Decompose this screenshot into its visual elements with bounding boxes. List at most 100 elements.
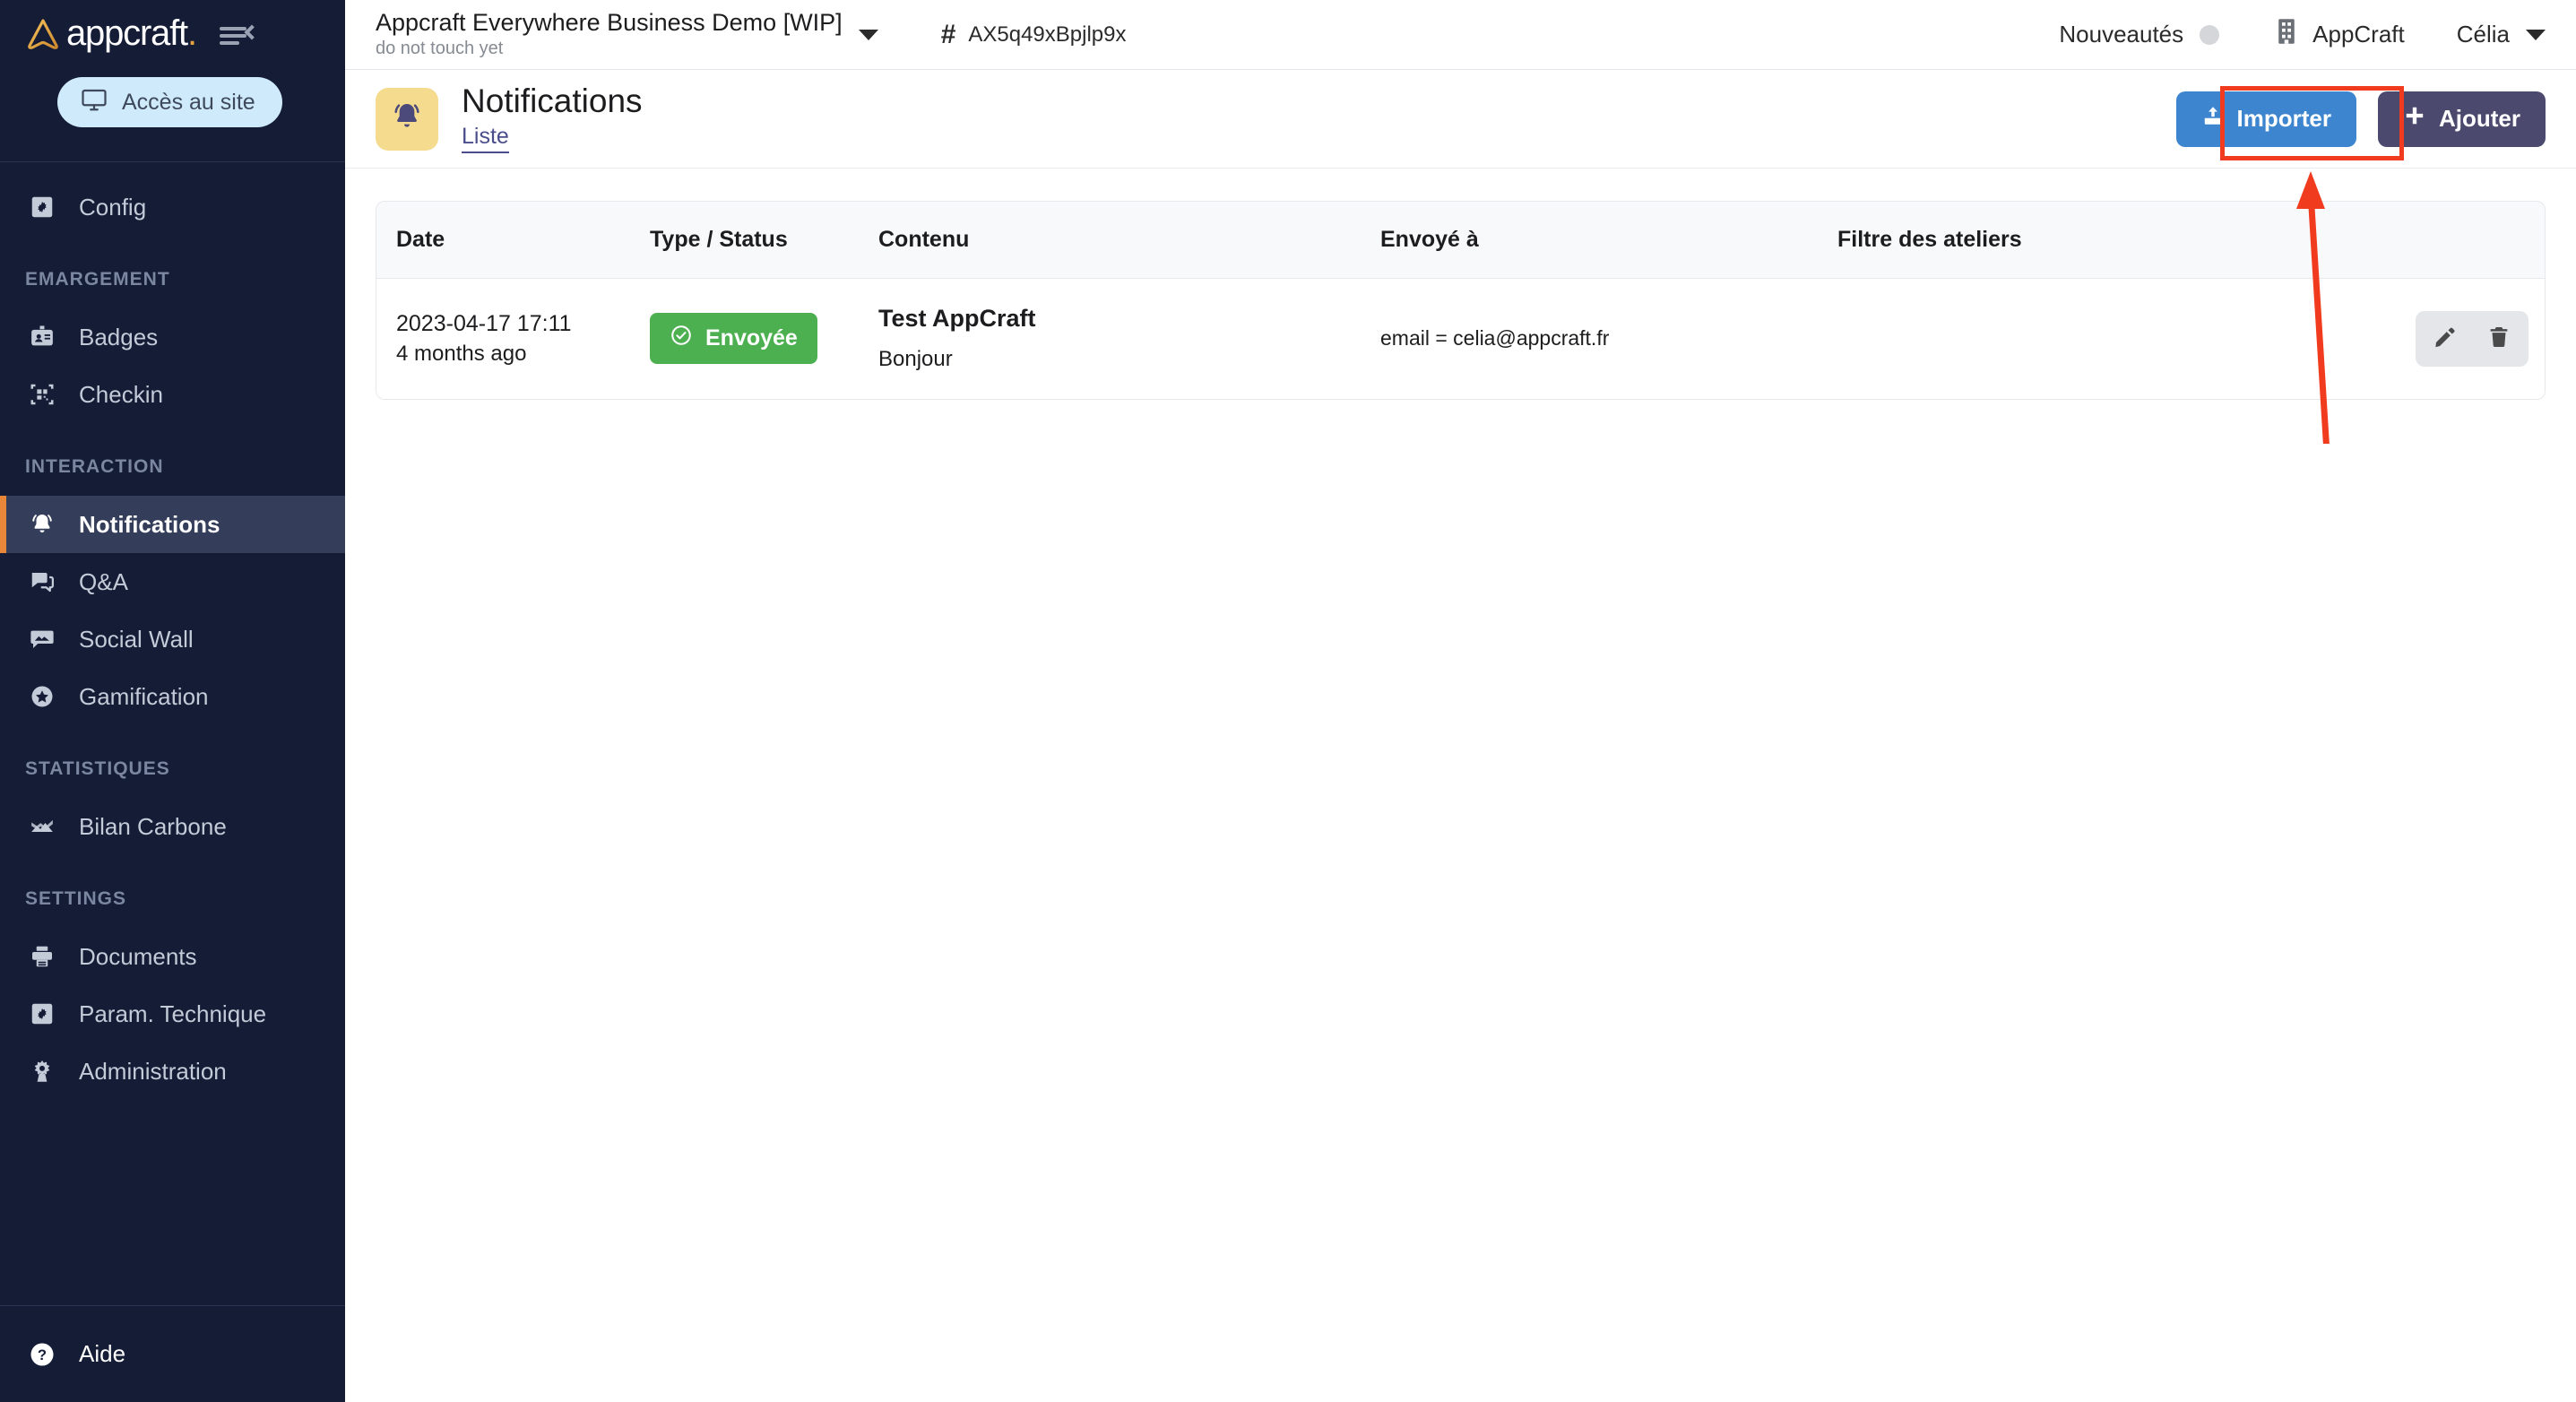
add-button[interactable]: Ajouter bbox=[2378, 91, 2546, 147]
table-header: Date Type / Status Contenu Envoyé à Filt… bbox=[376, 202, 2545, 279]
news-badge-dot bbox=[2200, 24, 2220, 45]
column-header-envoye-a[interactable]: Envoyé à bbox=[1380, 202, 1837, 279]
sidebar-item-social-wall[interactable]: Social Wall bbox=[0, 610, 345, 668]
chart-area-icon bbox=[25, 809, 59, 844]
edit-row-button[interactable] bbox=[2425, 318, 2466, 359]
config-gear-icon bbox=[25, 997, 59, 1031]
project-id-display: # AX5q49xBpjlp9x bbox=[941, 20, 1127, 50]
page-icon-badge bbox=[376, 87, 438, 151]
notification-recipients: email = celia@appcraft.fr bbox=[1380, 325, 1610, 350]
sidebar-nav-scroll[interactable]: Display Config EMARGEMENT bbox=[0, 143, 345, 1305]
monitor-icon bbox=[81, 86, 108, 119]
image-message-icon bbox=[25, 622, 59, 656]
main-area: Appcraft Everywhere Business Demo [WIP] … bbox=[345, 0, 2576, 1402]
column-header-type[interactable]: Type / Status bbox=[650, 202, 878, 279]
svg-text:?: ? bbox=[38, 1346, 47, 1363]
sidebar-item-config[interactable]: Config bbox=[0, 178, 345, 236]
import-button[interactable]: Importer bbox=[2175, 91, 2356, 147]
column-header-contenu[interactable]: Contenu bbox=[878, 202, 1380, 279]
project-id-value: AX5q49xBpjlp9x bbox=[968, 22, 1127, 47]
access-site-button[interactable]: Accès au site bbox=[57, 77, 282, 127]
table-row[interactable]: 2023-04-17 17:11 4 months ago Envoyée Te… bbox=[376, 278, 2545, 399]
appcraft-logo-icon bbox=[23, 15, 63, 55]
trash-icon bbox=[2486, 325, 2511, 352]
chevron-down-icon[interactable] bbox=[2526, 29, 2546, 40]
cell-status: Envoyée bbox=[650, 278, 878, 399]
check-circle-icon bbox=[670, 324, 693, 353]
sidebar-partial-item[interactable]: Display bbox=[0, 143, 345, 161]
page-title: Notifications bbox=[462, 82, 643, 119]
star-circle-icon bbox=[25, 679, 59, 714]
hamburger-collapse-icon[interactable] bbox=[219, 17, 260, 53]
add-button-label: Ajouter bbox=[2439, 105, 2520, 132]
sidebar-item-bilan-carbone[interactable]: Bilan Carbone bbox=[0, 798, 345, 855]
column-header-actions bbox=[2312, 202, 2545, 279]
status-badge: Envoyée bbox=[650, 313, 817, 365]
column-header-date[interactable]: Date bbox=[376, 202, 650, 279]
sidebar-item-label: Social Wall bbox=[79, 625, 194, 653]
sidebar-item-notifications[interactable]: Notifications bbox=[0, 496, 345, 553]
tab-liste[interactable]: Liste bbox=[462, 124, 509, 154]
sidebar-item-label: Badges bbox=[79, 323, 159, 350]
project-name: Appcraft Everywhere Business Demo [WIP] bbox=[376, 9, 843, 37]
hash-icon: # bbox=[940, 19, 956, 49]
sidebar-header: appcraft. bbox=[0, 0, 345, 70]
question-circle-icon: ? bbox=[25, 1337, 59, 1372]
app-root: appcraft. Accès au site Display bbox=[0, 0, 2576, 1402]
plus-icon bbox=[2403, 104, 2426, 134]
sidebar-footer: ? Aide bbox=[0, 1305, 345, 1402]
sidebar-item-label: Documents bbox=[79, 942, 197, 970]
top-bar: Appcraft Everywhere Business Demo [WIP] … bbox=[345, 0, 2576, 70]
upload-icon bbox=[2201, 104, 2225, 134]
cell-envoye-a: email = celia@appcraft.fr bbox=[1380, 278, 1837, 399]
gear-icon bbox=[25, 1054, 59, 1088]
notification-title: Test AppCraft bbox=[878, 305, 1036, 332]
chat-icon bbox=[25, 565, 59, 599]
notification-body: Bonjour bbox=[878, 346, 953, 371]
sidebar-item-label: Gamification bbox=[79, 682, 209, 710]
cell-filtre bbox=[1837, 278, 2312, 399]
status-label: Envoyée bbox=[705, 325, 798, 351]
sidebar-item-documents[interactable]: Documents bbox=[0, 928, 345, 985]
sidebar-item-gamification[interactable]: Gamification bbox=[0, 668, 345, 725]
news-button[interactable]: Nouveautés bbox=[2059, 21, 2220, 48]
sidebar-item-checkin[interactable]: Checkin bbox=[0, 366, 345, 423]
project-selector[interactable]: Appcraft Everywhere Business Demo [WIP] … bbox=[376, 10, 878, 58]
brand-wordmark: appcraft. bbox=[66, 13, 197, 53]
notifications-table: Date Type / Status Contenu Envoyé à Filt… bbox=[376, 202, 2545, 399]
import-button-label: Importer bbox=[2236, 105, 2331, 132]
pencil-icon bbox=[2433, 325, 2458, 352]
bell-icon bbox=[389, 99, 425, 139]
sidebar-item-label: Checkin bbox=[79, 380, 163, 408]
sidebar-item-administration[interactable]: Administration bbox=[0, 1043, 345, 1100]
sidebar-item-label: Config bbox=[79, 193, 147, 221]
topbar-right: Nouveautés AppCraft Célia bbox=[2059, 18, 2546, 51]
sidebar-group-settings: SETTINGS bbox=[25, 888, 127, 909]
page-header: Notifications Liste Importer Ajouter bbox=[345, 70, 2576, 169]
row-action-group bbox=[2416, 310, 2528, 367]
bell-icon bbox=[25, 507, 59, 541]
page-actions: Importer Ajouter bbox=[2175, 91, 2546, 147]
column-header-filtre[interactable]: Filtre des ateliers bbox=[1837, 202, 2312, 279]
notifications-table-card: Date Type / Status Contenu Envoyé à Filt… bbox=[376, 201, 2546, 400]
table-header-row: Date Type / Status Contenu Envoyé à Filt… bbox=[376, 202, 2545, 279]
news-label: Nouveautés bbox=[2059, 21, 2184, 48]
sidebar-item-badges[interactable]: Badges bbox=[0, 308, 345, 366]
cell-actions bbox=[2312, 278, 2545, 399]
sidebar-item-qa[interactable]: Q&A bbox=[0, 553, 345, 610]
page-header-text: Notifications Liste bbox=[462, 82, 643, 154]
sidebar-item-param-technique[interactable]: Param. Technique bbox=[0, 985, 345, 1043]
chevron-down-icon[interactable] bbox=[858, 29, 878, 40]
access-site-wrap: Accès au site bbox=[0, 70, 345, 127]
organization-label: AppCraft bbox=[2312, 21, 2405, 48]
badge-icon bbox=[25, 320, 59, 354]
organization-selector[interactable]: AppCraft bbox=[2275, 18, 2405, 51]
notification-date: 2023-04-17 17:11 bbox=[396, 310, 572, 336]
qr-code-icon bbox=[25, 377, 59, 411]
user-menu[interactable]: Célia bbox=[2457, 21, 2546, 48]
sidebar-item-aide[interactable]: ? Aide bbox=[0, 1326, 125, 1383]
delete-row-button[interactable] bbox=[2478, 318, 2520, 359]
access-site-label: Accès au site bbox=[122, 89, 255, 115]
project-subtitle: do not touch yet bbox=[376, 38, 504, 58]
sidebar-item-label: Notifications bbox=[79, 510, 220, 538]
